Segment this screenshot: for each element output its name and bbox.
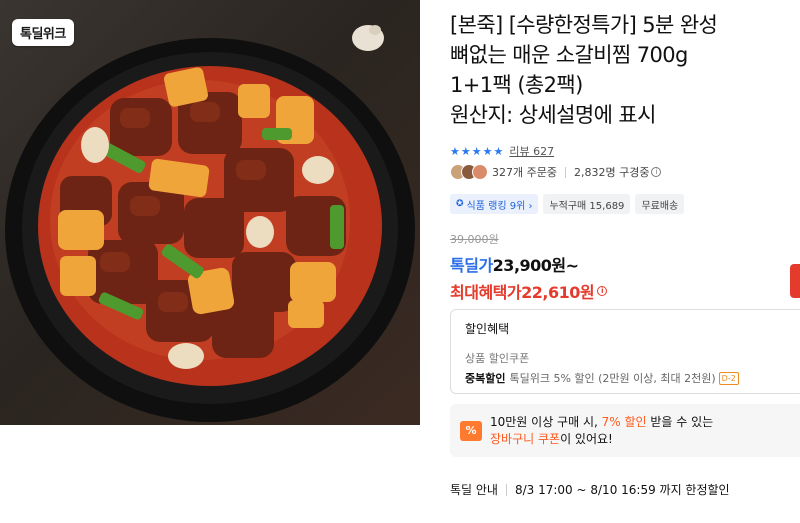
title-line: 뼈없는 매운 소갈비찜 700g [450,43,688,67]
sale-price: 톡딜가 23,900원~ [450,252,579,276]
star-icon: ★ [482,144,493,158]
star-icon: ★ [460,144,471,158]
title-line: 1+1팩 (총2팩) [450,73,583,97]
product-chips: ✪ 식품 랭킹 9위 › 누적구매 15,689 무료배송 [450,194,685,214]
ranking-chip[interactable]: ✪ 식품 랭킹 9위 › [450,194,539,214]
coupon-line-2: 장바구니 쿠폰이 있어요! [490,431,713,448]
sale-price-value: 23,900원~ [492,256,579,275]
star-icon: ★ [493,144,504,158]
d-day-badge: D-2 [718,371,739,385]
max-benefit-price: 최대혜택가 22,610원 i [450,279,608,303]
star-icon: ★ [471,144,482,158]
coupon-line-1: 10만원 이상 구매 시, 7% 할인 받을 수 있는 [490,414,713,431]
deal-notice-row: 톡딜 안내 8/3 17:00 ~ 8/10 16:59 까지 한정할인 [450,481,730,498]
star-rating: ★ ★ ★ ★ ★ [450,146,503,157]
info-icon[interactable]: i [597,286,608,296]
original-price: 39,000원 [450,233,499,246]
stacked-discount-line: 중복할인 톡딜위크 5% 할인 (2만원 이상, 최대 2천원) D-2 [465,370,790,386]
review-count-link[interactable]: 리뷰 627 [509,143,554,159]
percent-coupon-icon: % [460,420,482,441]
coupon-text-part: 이 있어요! [560,431,613,446]
brand-badge: 톡딜위크 [12,19,74,46]
stacked-discount-label: 중복할인 [465,372,506,385]
max-benefit-value: 22,610원 [521,283,595,302]
product-info-panel: [본죽] [수량한정특가] 5분 완성 뼈없는 매운 소갈비찜 700g 1+1… [450,0,800,523]
divider [505,483,507,496]
info-icon[interactable]: i [651,167,662,177]
buyer-avatars [450,164,488,180]
deal-notice-text: 8/3 17:00 ~ 8/10 16:59 까지 한정할인 [514,483,730,497]
cart-coupon-banner[interactable]: % 10만원 이상 구매 시, 7% 할인 받을 수 있는 장바구니 쿠폰이 있… [450,404,800,457]
star-icon: ★ [450,144,460,158]
buy-button-edge[interactable] [790,264,800,298]
ranking-badge-icon: ✪ [456,199,464,209]
sale-price-label: 톡딜가 [450,256,493,275]
free-shipping-chip: 무료배송 [635,194,685,214]
ranking-chip-label: 식품 랭킹 9위 › [466,200,533,212]
title-line: [본죽] [수량한정특가] 5분 완성 [450,13,718,37]
stacked-discount-text: 톡딜위크 5% 할인 (2만원 이상, 최대 2천원) [509,372,716,385]
title-line: 원산지: 상세설명에 표시 [450,103,656,127]
coupon-text-part: 10만원 이상 구매 시, [490,414,602,429]
product-title: [본죽] [수량한정특가] 5분 완성 뼈없는 매운 소갈비찜 700g 1+1… [450,10,795,130]
product-coupon-line: 상품 할인쿠폰 [465,352,530,365]
coupon-text: 10만원 이상 구매 시, 7% 할인 받을 수 있는 장바구니 쿠폰이 있어요… [490,414,713,448]
social-proof-row: 327개 주문중 2,832명 구경중 i [450,164,662,180]
divider [564,166,566,178]
max-benefit-label: 최대혜택가 [450,283,522,302]
cumulative-purchase-chip: 누적구매 15,689 [543,194,631,214]
coupon-highlight: 장바구니 쿠폰 [490,431,561,446]
product-image[interactable]: 톡딜위크 [0,0,420,425]
rating-row: ★ ★ ★ ★ ★ 리뷰 627 [450,143,554,159]
coupon-text-part: 받을 수 있는 [646,414,714,429]
order-count: 327개 주문중 [492,166,557,179]
avatar [472,164,488,180]
coupon-highlight: 7% 할인 [601,414,647,429]
deal-notice-label: 톡딜 안내 [450,483,498,497]
braised-ribs-photo [5,25,415,422]
discount-benefits-box: 할인혜택 상품 할인쿠폰 중복할인 톡딜위크 5% 할인 (2만원 이상, 최대… [450,309,800,394]
viewer-count: 2,832명 구경중 [573,166,650,179]
discount-title: 할인혜택 [465,322,510,336]
